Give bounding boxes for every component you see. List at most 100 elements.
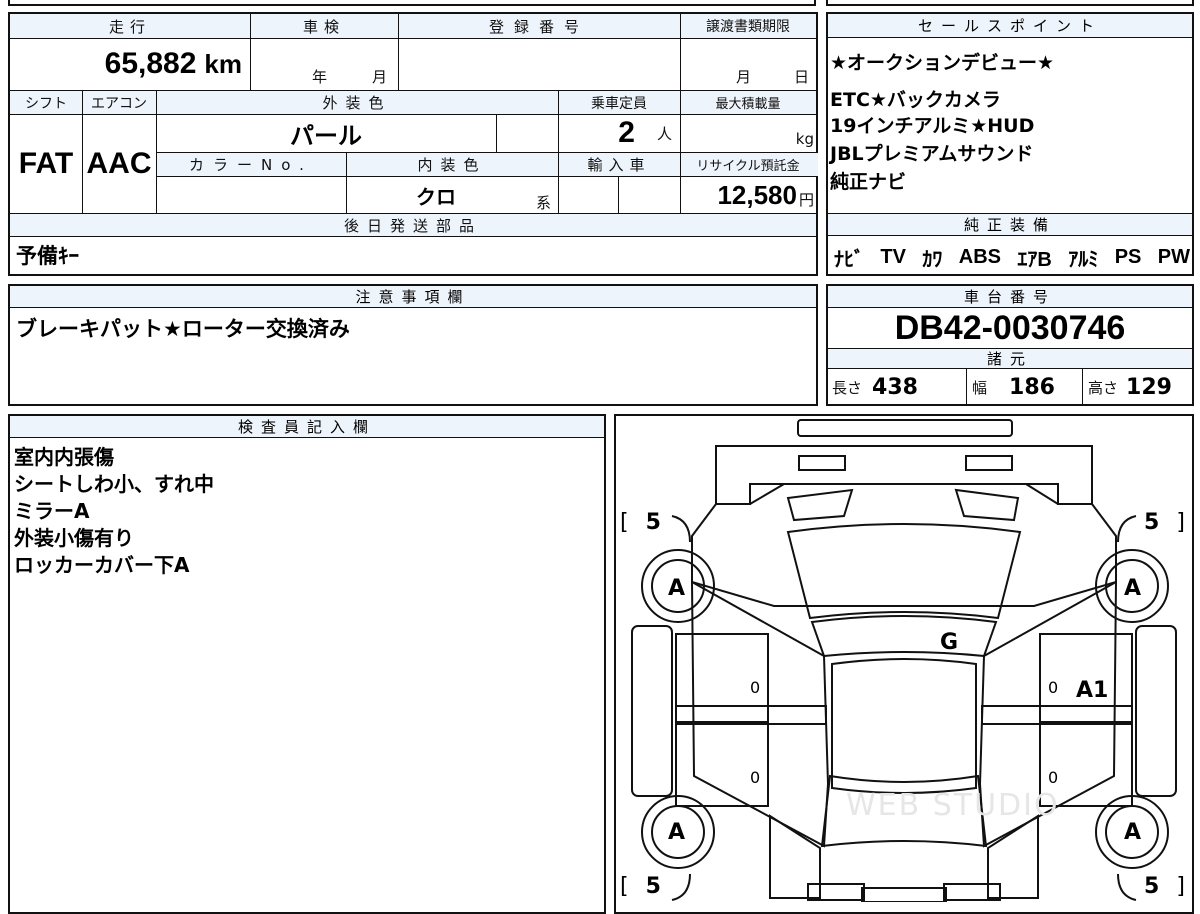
shift-label: シフト (25, 95, 67, 112)
wheel-rr-grade: A (1124, 820, 1142, 845)
inspector-line: 外装小傷有り (14, 526, 134, 550)
vehicle-info-table: 走行 車検 登録番号 譲渡書類期限 65,882 km 年 月 月 日 シフト … (8, 12, 818, 276)
right-rear-quarter (987, 814, 1039, 899)
inspection-month-label: 月 (372, 68, 388, 86)
interior-color-value: クロ (416, 184, 456, 209)
door-rr-grade: 0 (1048, 768, 1059, 787)
inspector-line: 室内内張傷 (14, 445, 114, 469)
sales-point-line: ★オークションデビュー★ (830, 52, 1055, 74)
inspector-line: ロッカーカバー下A (14, 553, 190, 577)
equipment-item: PW (1157, 245, 1190, 268)
door-fr-grade: 0 (1048, 678, 1059, 697)
windshield-area (786, 523, 1022, 620)
sales-point-line: JBLプレミアムサウンド (830, 143, 1034, 165)
capacity-label: 乗車定員 (591, 95, 647, 112)
equipment-item: ﾅﾋﾞ (834, 248, 864, 271)
hood-frame (691, 483, 1117, 607)
capacity-value: 2 (618, 116, 635, 149)
deadline-day-label: 日 (794, 68, 810, 86)
left-rear-quarter (769, 814, 821, 899)
shift-value: FAT (18, 147, 74, 180)
equipment-item: PS (1114, 245, 1142, 268)
notes-value: ブレーキパット★ローター交換済み (16, 317, 350, 341)
tire-front-left: [ 5 (620, 510, 661, 535)
later-parts-label: 後日発送部品 (343, 216, 482, 235)
transfer-deadline-label: 譲渡書類期限 (706, 19, 790, 35)
right-vent (954, 488, 1020, 522)
sales-points-label: セールスポイント (828, 14, 1192, 38)
equipment-label: 純正装備 (828, 214, 1192, 236)
aircon-label: エアコン (91, 95, 147, 112)
tire-front-right: 5 ] (1144, 510, 1185, 535)
exterior-color-value: パール (290, 121, 362, 150)
left-rear-door (675, 721, 769, 807)
max-load-unit: kg (795, 130, 814, 148)
specs-label: 諸元 (828, 349, 1192, 369)
equipment-list: ﾅﾋﾞ TV ｶﾜ ABS ｴｱB ｱﾙﾐ PS PW (834, 240, 1190, 274)
mileage-label: 走行 (108, 17, 151, 36)
top-strip (0, 0, 1200, 8)
wheel-fr-grade: A (1124, 576, 1142, 601)
exterior-color-label: 外装色 (322, 94, 392, 112)
door-rl-grade: 0 (750, 768, 761, 787)
tire-rear-right: 5 ] (1144, 874, 1185, 899)
sales-point-line (830, 78, 1054, 88)
equipment-item: TV (880, 245, 906, 268)
inspector-line: シートしわ小、すれ中 (14, 472, 214, 496)
recycle-value: 12,580 (717, 179, 797, 210)
interior-color-label: 内装色 (417, 156, 487, 174)
inspection-year-label: 年 (312, 68, 328, 86)
bracket-curve (671, 873, 691, 901)
capacity-unit: 人 (656, 124, 672, 143)
door-fl-grade: 0 (750, 678, 761, 697)
wheel-fl-grade: A (668, 576, 686, 601)
chassis-label: 車台番号 (828, 286, 1192, 308)
notes-label: 注意事項欄 (10, 286, 816, 308)
width-label: 幅 (972, 378, 988, 397)
sales-point-line: ETC★バックカメラ (830, 89, 1001, 111)
bracket-curve (671, 515, 691, 543)
sales-points-box: セールスポイント 純正装備 ★オークションデビュー★ ETC★バックカメラ 19… (826, 12, 1194, 276)
front-grille (715, 445, 1093, 505)
equipment-item: ｶﾜ (922, 248, 943, 271)
left-fender (631, 625, 673, 797)
inspector-line: ミラーA (14, 499, 90, 523)
equipment-item: ｴｱB (1017, 248, 1052, 271)
length-value: 438 (872, 374, 918, 400)
mileage-value: 65,882 (104, 47, 197, 80)
wheel-rl-grade: A (668, 820, 686, 845)
recycle-unit: 円 (798, 190, 814, 209)
recycle-label: リサイクル預託金 (696, 159, 800, 174)
inspector-box: 検査員記入欄 室内内張傷 シートしわ小、すれ中 ミラーA 外装小傷有り ロッカー… (8, 414, 606, 914)
car-diagram-box: [ 5 5 ] [ 5 5 ] A A A A G 0 0 0 0 A1 WEB… (614, 414, 1194, 914)
right-fender (1135, 625, 1177, 797)
roof-area (831, 658, 977, 794)
chassis-value: DB42-0030746 (894, 308, 1126, 347)
import-label: 輸入車 (587, 156, 651, 174)
left-headlight (798, 455, 846, 471)
inspector-label: 検査員記入欄 (10, 416, 604, 438)
car-diagram (631, 419, 1177, 902)
sales-points-list: ★オークションデビュー★ ETC★バックカメラ 19インチアルミ★HUD JBL… (830, 48, 1054, 196)
aircon-value: AAC (86, 147, 152, 180)
max-load-label: 最大積載量 (715, 97, 781, 112)
height-label: 高さ (1088, 378, 1119, 397)
left-vent (786, 488, 854, 522)
interior-color-suffix: 系 (536, 194, 552, 212)
later-parts-value: 予備ｷｰ (16, 244, 79, 268)
sales-point-line: 純正ナビ (830, 171, 907, 193)
deadline-month-label: 月 (736, 68, 752, 86)
tire-rear-left: [ 5 (620, 874, 661, 899)
front-bumper (797, 419, 1013, 437)
door-fr-damage: A1 (1076, 678, 1109, 703)
equipment-item: ABS (958, 245, 1002, 268)
right-headlight (965, 455, 1013, 471)
equipment-item: ｱﾙﾐ (1068, 248, 1099, 271)
sales-point-line: 19インチアルミ★HUD (830, 115, 1035, 137)
length-label: 長さ (832, 378, 863, 397)
cowl-area (810, 615, 998, 658)
chassis-box: 車台番号 DB42-0030746 諸元 長さ 438 幅 186 高さ 129 (826, 284, 1194, 406)
registration-label: 登録番号 (488, 17, 589, 36)
width-value: 186 (1009, 374, 1055, 400)
notes-box: 注意事項欄 ブレーキパット★ローター交換済み (8, 284, 818, 406)
